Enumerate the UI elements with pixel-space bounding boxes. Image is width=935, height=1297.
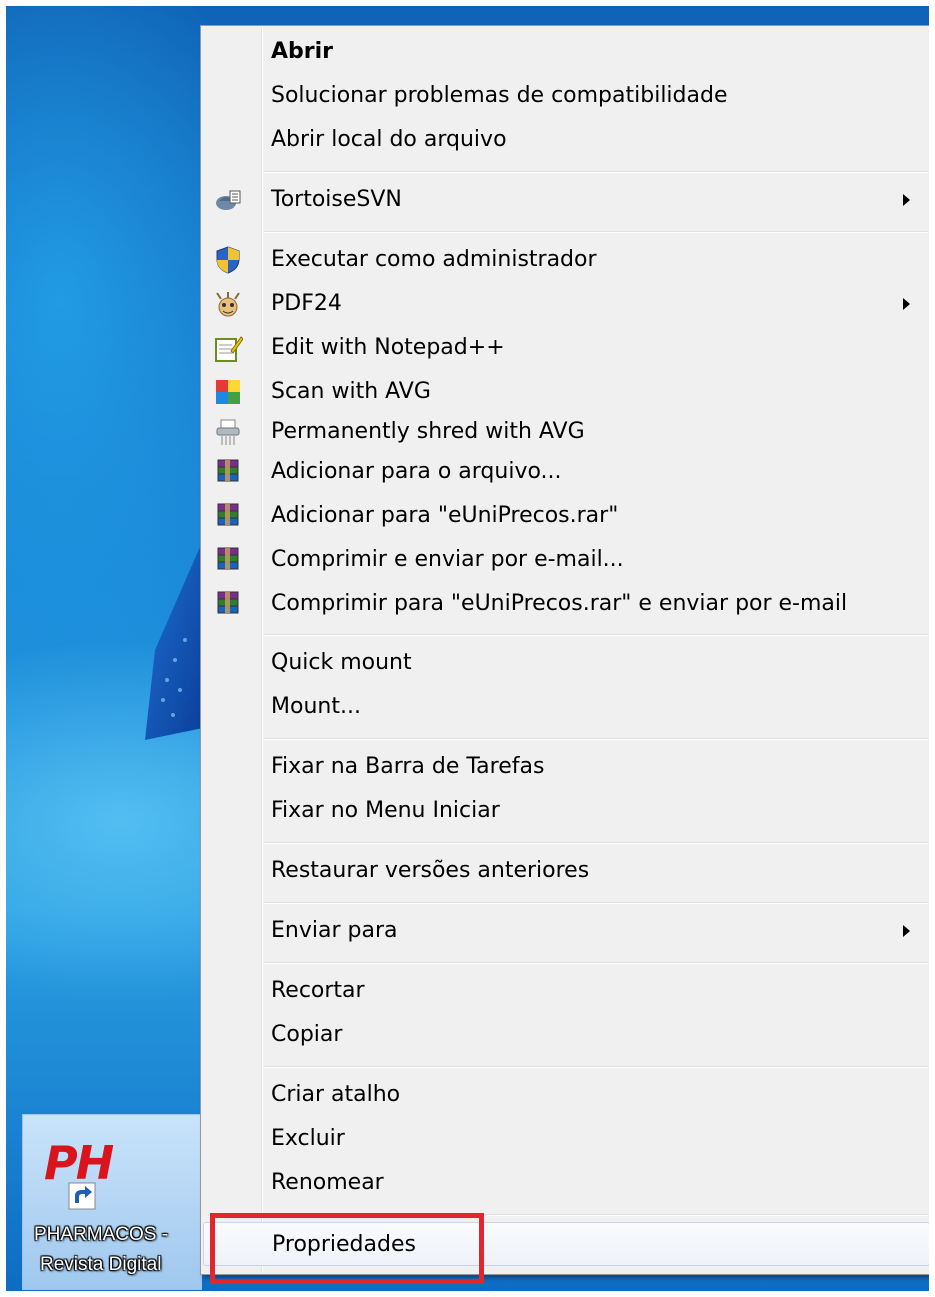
menu-item-label: Enviar para <box>271 918 398 943</box>
shredder-icon <box>216 419 240 445</box>
menu-item-pdf24[interactable]: PDF24 <box>203 282 930 326</box>
winrar-icon <box>217 547 239 570</box>
menu-item-restaurar-versoes[interactable]: Restaurar versões anteriores <box>203 849 930 893</box>
menu-separator <box>264 962 928 964</box>
menu-item-label: Solucionar problemas de compatibilidade <box>271 83 728 108</box>
submenu-arrow-icon <box>903 925 910 937</box>
menu-item-label: Abrir <box>271 39 334 64</box>
menu-item-copiar[interactable]: Copiar <box>203 1013 930 1057</box>
pharmacos-logo: PH <box>44 1136 114 1190</box>
avg-icon <box>216 380 240 404</box>
menu-item-tortoisesvn[interactable]: TortoiseSVN <box>203 178 930 222</box>
menu-item-label: Quick mount <box>271 650 412 675</box>
menu-item-solucionar-problemas[interactable]: Solucionar problemas de compatibilidade <box>203 74 930 118</box>
desktop-icon-label-line1: PHARMACOS - <box>34 1224 169 1245</box>
menu-item-quick-mount[interactable]: Quick mount <box>203 641 930 685</box>
menu-item-edit-notepad[interactable]: Edit with Notepad++ <box>203 326 930 370</box>
menu-item-scan-avg[interactable]: Scan with AVG <box>203 370 930 414</box>
context-menu: Abrir Solucionar problemas de compatibil… <box>200 25 933 1275</box>
menu-item-label: Abrir local do arquivo <box>271 127 507 152</box>
menu-separator <box>264 1066 928 1068</box>
winrar-icon <box>217 459 239 482</box>
menu-item-label: Criar atalho <box>271 1082 401 1107</box>
submenu-arrow-icon <box>903 194 910 206</box>
pdf24-icon <box>216 292 240 317</box>
menu-separator <box>264 171 928 173</box>
menu-item-label: Restaurar versões anteriores <box>271 858 590 883</box>
winrar-icon <box>217 503 239 526</box>
menu-item-comprimir-rar-email[interactable]: Comprimir para "eUniPrecos.rar" e enviar… <box>203 582 930 626</box>
menu-separator <box>264 231 928 233</box>
submenu-arrow-icon <box>903 298 910 310</box>
menu-separator <box>264 634 928 636</box>
menu-item-renomear[interactable]: Renomear <box>203 1161 930 1205</box>
menu-item-shred-avg[interactable]: Permanently shred with AVG <box>203 410 930 454</box>
menu-item-adicionar-rar[interactable]: Adicionar para "eUniPrecos.rar" <box>203 494 930 538</box>
menu-item-label: Executar como administrador <box>271 247 597 272</box>
wallpaper-logo-fragment <box>145 540 203 740</box>
menu-separator <box>264 738 928 740</box>
menu-item-label: TortoiseSVN <box>271 187 402 212</box>
menu-item-label: Permanently shred with AVG <box>271 419 585 444</box>
menu-item-label: Excluir <box>271 1126 345 1151</box>
tortoise-svn-icon <box>216 190 241 210</box>
menu-item-abrir[interactable]: Abrir <box>203 30 930 74</box>
menu-item-label: PDF24 <box>271 291 342 316</box>
menu-item-adicionar-arquivo[interactable]: Adicionar para o arquivo... <box>203 450 930 494</box>
menu-item-criar-atalho[interactable]: Criar atalho <box>203 1073 930 1117</box>
uac-shield-icon <box>216 246 240 274</box>
menu-item-label: Scan with AVG <box>271 379 431 404</box>
menu-item-abrir-local[interactable]: Abrir local do arquivo <box>203 118 930 162</box>
menu-item-label: Adicionar para o arquivo... <box>271 459 562 484</box>
menu-item-mount[interactable]: Mount... <box>203 685 930 729</box>
annotation-highlight-box <box>210 1213 484 1284</box>
menu-item-excluir[interactable]: Excluir <box>203 1117 930 1161</box>
menu-item-fixar-barra-tarefas[interactable]: Fixar na Barra de Tarefas <box>203 745 930 789</box>
menu-item-label: Adicionar para "eUniPrecos.rar" <box>271 503 619 528</box>
menu-item-label: Mount... <box>271 694 361 719</box>
winrar-icon <box>217 591 239 614</box>
menu-item-label: Comprimir para "eUniPrecos.rar" e enviar… <box>271 591 848 616</box>
menu-item-label: Comprimir e enviar por e-mail... <box>271 547 624 572</box>
menu-item-label: Fixar na Barra de Tarefas <box>271 754 545 779</box>
menu-separator <box>264 842 928 844</box>
menu-item-comprimir-email[interactable]: Comprimir e enviar por e-mail... <box>203 538 930 582</box>
menu-item-enviar-para[interactable]: Enviar para <box>203 909 930 953</box>
menu-item-label: Renomear <box>271 1170 384 1195</box>
menu-item-label: Edit with Notepad++ <box>271 335 505 360</box>
menu-item-fixar-menu-iniciar[interactable]: Fixar no Menu Iniciar <box>203 789 930 833</box>
menu-separator <box>264 902 928 904</box>
notepad-plus-plus-icon <box>215 336 243 362</box>
menu-item-executar-como-administrador[interactable]: Executar como administrador <box>203 238 930 282</box>
menu-item-label: Copiar <box>271 1022 343 1047</box>
menu-item-label: Recortar <box>271 978 365 1003</box>
shortcut-arrow-icon <box>68 1182 96 1210</box>
menu-item-label: Fixar no Menu Iniciar <box>271 798 500 823</box>
desktop-icon-label-line2: Revista Digital <box>40 1254 162 1275</box>
menu-item-recortar[interactable]: Recortar <box>203 969 930 1013</box>
